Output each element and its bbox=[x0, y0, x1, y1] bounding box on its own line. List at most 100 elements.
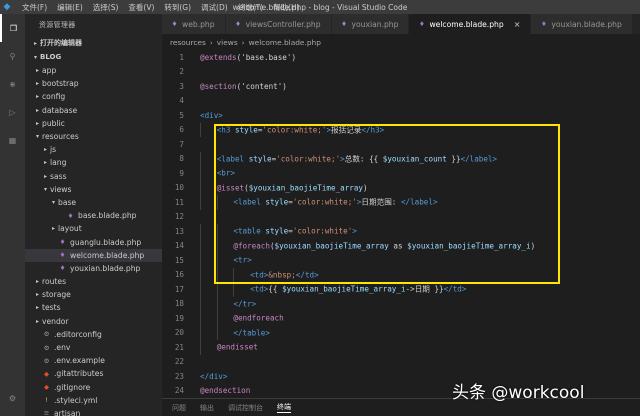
menu-item[interactable]: 帮助(H) bbox=[273, 2, 300, 13]
tree-item[interactable]: ♦ guanglu.blade.php bbox=[25, 235, 162, 248]
code-token: <tr> bbox=[233, 255, 252, 265]
tree-item[interactable]: ▾ base bbox=[25, 196, 162, 209]
config-file-icon: ⚙ bbox=[43, 356, 50, 365]
tree-item[interactable]: ▸ storage bbox=[25, 288, 162, 301]
code-line[interactable]: 15 <tr> bbox=[162, 253, 640, 268]
extensions-icon[interactable]: ▦ bbox=[0, 126, 25, 154]
menu-item[interactable]: 文件(F) bbox=[22, 2, 47, 13]
panel-tab[interactable]: 问题 bbox=[172, 403, 186, 413]
code-line[interactable]: 14 @foreach($youxian_baojieTime_array as … bbox=[162, 238, 640, 253]
debug-icon[interactable]: ▷ bbox=[0, 98, 25, 126]
code-line[interactable]: 5 <div> bbox=[162, 108, 640, 123]
tree-item[interactable]: ♦ youxian.blade.php bbox=[25, 262, 162, 275]
line-number: 21 bbox=[174, 342, 184, 352]
menu-item[interactable]: 调试(D) bbox=[201, 2, 228, 13]
code-line[interactable]: 10 @isset($youxian_baojieTime_array) bbox=[162, 180, 640, 195]
code-token: </label> bbox=[400, 197, 438, 207]
code-token: ) bbox=[530, 240, 536, 250]
code-line[interactable]: 6 <h3 style='color:white;'>报括记录</h3> bbox=[162, 122, 640, 137]
editor-tab[interactable]: ♦ viewsController.php bbox=[225, 14, 332, 34]
code-line[interactable]: 23 </div> bbox=[162, 369, 640, 384]
menu-item[interactable]: 终端(T) bbox=[238, 2, 263, 13]
tree-item[interactable]: ▸ layout bbox=[25, 222, 162, 235]
tree-item[interactable]: ⚙ .env.example bbox=[25, 354, 162, 367]
menu-item[interactable]: 编辑(E) bbox=[57, 2, 83, 13]
indent-guide bbox=[200, 224, 217, 239]
code-token: </h3> bbox=[361, 124, 385, 134]
tree-item[interactable]: ▸ vendor bbox=[25, 315, 162, 328]
tree-item[interactable]: ▸ config bbox=[25, 90, 162, 103]
code-line[interactable]: 1 @extends('base.base') bbox=[162, 50, 640, 65]
breadcrumb-item[interactable]: welcome.blade.php bbox=[249, 38, 321, 47]
blade-file-icon: ♦ bbox=[540, 20, 547, 28]
code-line[interactable]: 4 bbox=[162, 94, 640, 109]
code-token: <td> bbox=[250, 269, 269, 279]
tree-item[interactable]: ▸ tests bbox=[25, 301, 162, 314]
indent-guide bbox=[216, 267, 234, 282]
indent-guide bbox=[216, 311, 234, 326]
open-editors-section[interactable]: ▸ 打开的编辑器 bbox=[25, 36, 162, 50]
code-line[interactable]: 3 @section('content') bbox=[162, 79, 640, 94]
code-line[interactable]: 9 <br> bbox=[162, 166, 640, 181]
editor-tab[interactable]: ♦ web.php bbox=[162, 14, 226, 34]
code-token: @endisset bbox=[216, 342, 258, 352]
indent-guide bbox=[233, 282, 250, 297]
tree-item[interactable]: ⚙ .editorconfig bbox=[25, 328, 162, 341]
menu-item[interactable]: 查看(V) bbox=[128, 2, 154, 13]
tree-item[interactable]: ≡ artisan bbox=[25, 407, 162, 416]
files-icon[interactable]: ❐ bbox=[0, 14, 25, 42]
breadcrumb-item[interactable]: views bbox=[217, 38, 238, 47]
code-line[interactable]: 16 <td>&nbsp;</td> bbox=[162, 267, 640, 282]
menu-item[interactable]: 转到(G) bbox=[164, 2, 191, 13]
indent-guide bbox=[216, 325, 234, 340]
indent-guide bbox=[216, 224, 234, 239]
editor-tab[interactable]: ♦ welcome.blade.php × bbox=[409, 14, 532, 34]
tree-item[interactable]: ▸ routes bbox=[25, 275, 162, 288]
indent-guide bbox=[200, 267, 217, 282]
tree-item[interactable]: ▸ public bbox=[25, 117, 162, 130]
code-line[interactable]: 17 <td>{{ $youxian_baojieTime_array_i->日期… bbox=[162, 282, 640, 297]
tree-item[interactable]: ! .styleci.yml bbox=[25, 394, 162, 407]
source-control-icon[interactable]: ⧻ bbox=[0, 70, 25, 98]
breadcrumb-item[interactable]: resources bbox=[170, 38, 206, 47]
panel-tab[interactable]: 输出 bbox=[200, 403, 214, 413]
tree-item[interactable]: ▸ sass bbox=[25, 170, 162, 183]
tree-item[interactable]: ▸ database bbox=[25, 104, 162, 117]
tree-item[interactable]: ♦ welcome.blade.php bbox=[25, 248, 162, 262]
code-editor[interactable]: 1 @extends('base.base') 2 3 @section('conten… bbox=[162, 50, 640, 396]
search-icon[interactable]: ⚲ bbox=[0, 42, 25, 70]
code-line[interactable]: 2 bbox=[162, 65, 640, 80]
close-icon[interactable]: × bbox=[514, 20, 521, 29]
panel-tab[interactable]: 终端 bbox=[277, 402, 291, 413]
tree-item[interactable]: ◆ .gitignore bbox=[25, 381, 162, 394]
code-line[interactable]: 24 @endsection bbox=[162, 384, 640, 397]
panel-tab[interactable]: 调试控制台 bbox=[228, 403, 263, 413]
gear-icon[interactable]: ⚙ bbox=[0, 384, 25, 412]
tree-item[interactable]: ⚙ .env bbox=[25, 341, 162, 354]
code-token: 'color:white;' bbox=[276, 153, 341, 163]
tree-item[interactable]: ▾ views bbox=[25, 183, 162, 196]
code-line[interactable]: 12 bbox=[162, 210, 640, 225]
editor-tab[interactable]: ♦ youxian.blade.php bbox=[531, 14, 633, 34]
tree-item-label: .gitignore bbox=[54, 382, 91, 392]
code-line[interactable]: 13 <table style='color:white'> bbox=[162, 224, 640, 239]
tree-item[interactable]: ▸ app bbox=[25, 64, 162, 77]
tree-item[interactable]: ▸ bootstrap bbox=[25, 77, 162, 90]
code-line[interactable]: 8 <label style='color:white;'>总数: {{ $you… bbox=[162, 151, 640, 166]
code-line[interactable]: 11 <label style='color:white;'>日期范围: </la… bbox=[162, 195, 640, 210]
tree-item[interactable]: ▸ js bbox=[25, 143, 162, 156]
editor-tab[interactable]: ♦ youxian.php bbox=[331, 14, 410, 34]
menu-item[interactable]: 选择(S) bbox=[93, 2, 119, 13]
tree-item[interactable]: ▸ lang bbox=[25, 156, 162, 169]
code-line[interactable]: 19 @endforeach bbox=[162, 311, 640, 326]
project-section[interactable]: ▾ BLOG bbox=[25, 50, 162, 64]
tree-item[interactable]: ◆ .gitattributes bbox=[25, 367, 162, 380]
indent-guide bbox=[200, 151, 217, 166]
code-line[interactable]: 22 bbox=[162, 355, 640, 370]
code-line[interactable]: 7 bbox=[162, 137, 640, 152]
code-line[interactable]: 18 </tr> bbox=[162, 296, 640, 311]
code-line[interactable]: 20 </table> bbox=[162, 325, 640, 340]
tree-item[interactable]: ▾ resources bbox=[25, 130, 162, 143]
tree-item[interactable]: ♦ base.blade.php bbox=[25, 209, 162, 222]
code-line[interactable]: 21 @endisset bbox=[162, 340, 640, 355]
